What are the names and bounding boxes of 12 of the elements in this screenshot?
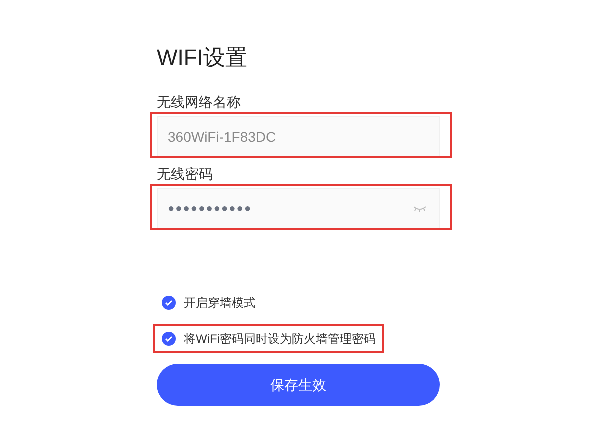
- checkbox[interactable]: [162, 332, 176, 346]
- password-field[interactable]: ●●●●●●●●●●●: [157, 188, 440, 230]
- check-icon: [165, 336, 173, 342]
- page-title: WIFI设置: [157, 44, 248, 72]
- check-icon: [165, 300, 173, 306]
- field-label: 无线网络名称: [157, 93, 241, 112]
- checkbox[interactable]: [162, 296, 176, 310]
- option-label: 将WiFi密码同时设为防火墙管理密码: [184, 331, 376, 348]
- option-label: 开启穿墙模式: [184, 295, 256, 312]
- input-field[interactable]: 360WiFi-1F83DC: [157, 116, 440, 158]
- field-label: 无线密码: [157, 165, 213, 184]
- save-button[interactable]: 保存生效: [157, 364, 440, 406]
